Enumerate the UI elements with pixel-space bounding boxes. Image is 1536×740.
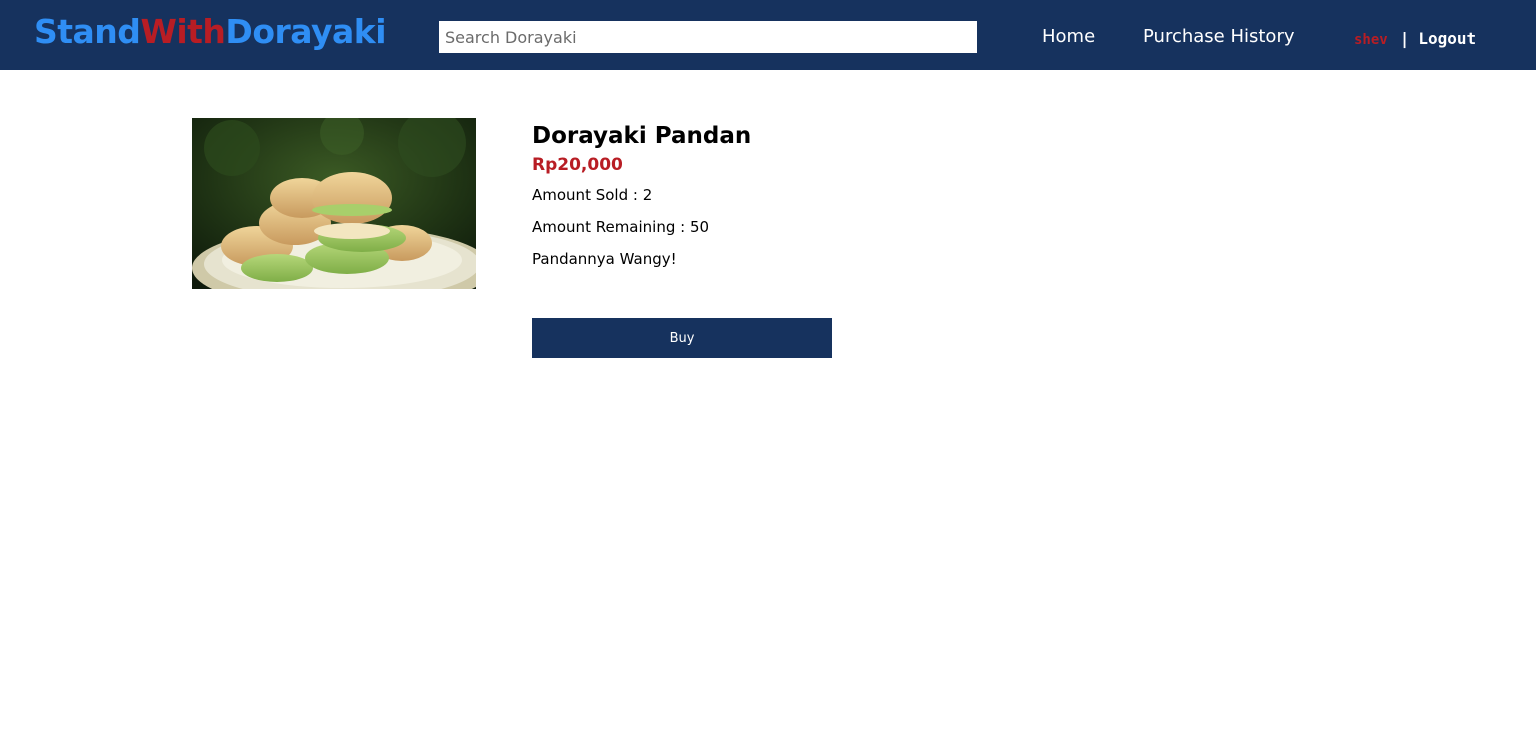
search-input[interactable]	[439, 21, 977, 53]
nav-purchase-history-link[interactable]: Purchase History	[1143, 25, 1295, 49]
product-price: Rp20,000	[532, 155, 623, 175]
product-description: Pandannya Wangy!	[532, 250, 677, 268]
logout-link[interactable]: Logout	[1418, 29, 1476, 48]
dorayaki-pandan-photo	[192, 118, 476, 289]
product-info: Dorayaki Pandan Rp20,000 Amount Sold : 2…	[532, 122, 751, 269]
nav-home-link[interactable]: Home	[1042, 25, 1095, 49]
site-logo[interactable]: StandWithDorayaki	[34, 10, 387, 54]
logo-part-with: With	[140, 12, 226, 51]
logo-part-stand: Stand	[34, 12, 141, 51]
buy-button[interactable]: Buy	[532, 318, 832, 358]
product-name: Dorayaki Pandan	[532, 123, 752, 149]
username: shev	[1354, 32, 1388, 48]
user-separator: |	[1399, 29, 1410, 48]
user-area: shev | Logout	[1354, 29, 1476, 50]
product-image	[192, 118, 476, 289]
navbar: StandWithDorayaki Home Purchase History …	[0, 0, 1536, 70]
amount-sold: Amount Sold : 2	[532, 186, 653, 204]
amount-remaining: Amount Remaining : 50	[532, 218, 710, 236]
logo-part-dorayaki: Dorayaki	[225, 12, 387, 51]
